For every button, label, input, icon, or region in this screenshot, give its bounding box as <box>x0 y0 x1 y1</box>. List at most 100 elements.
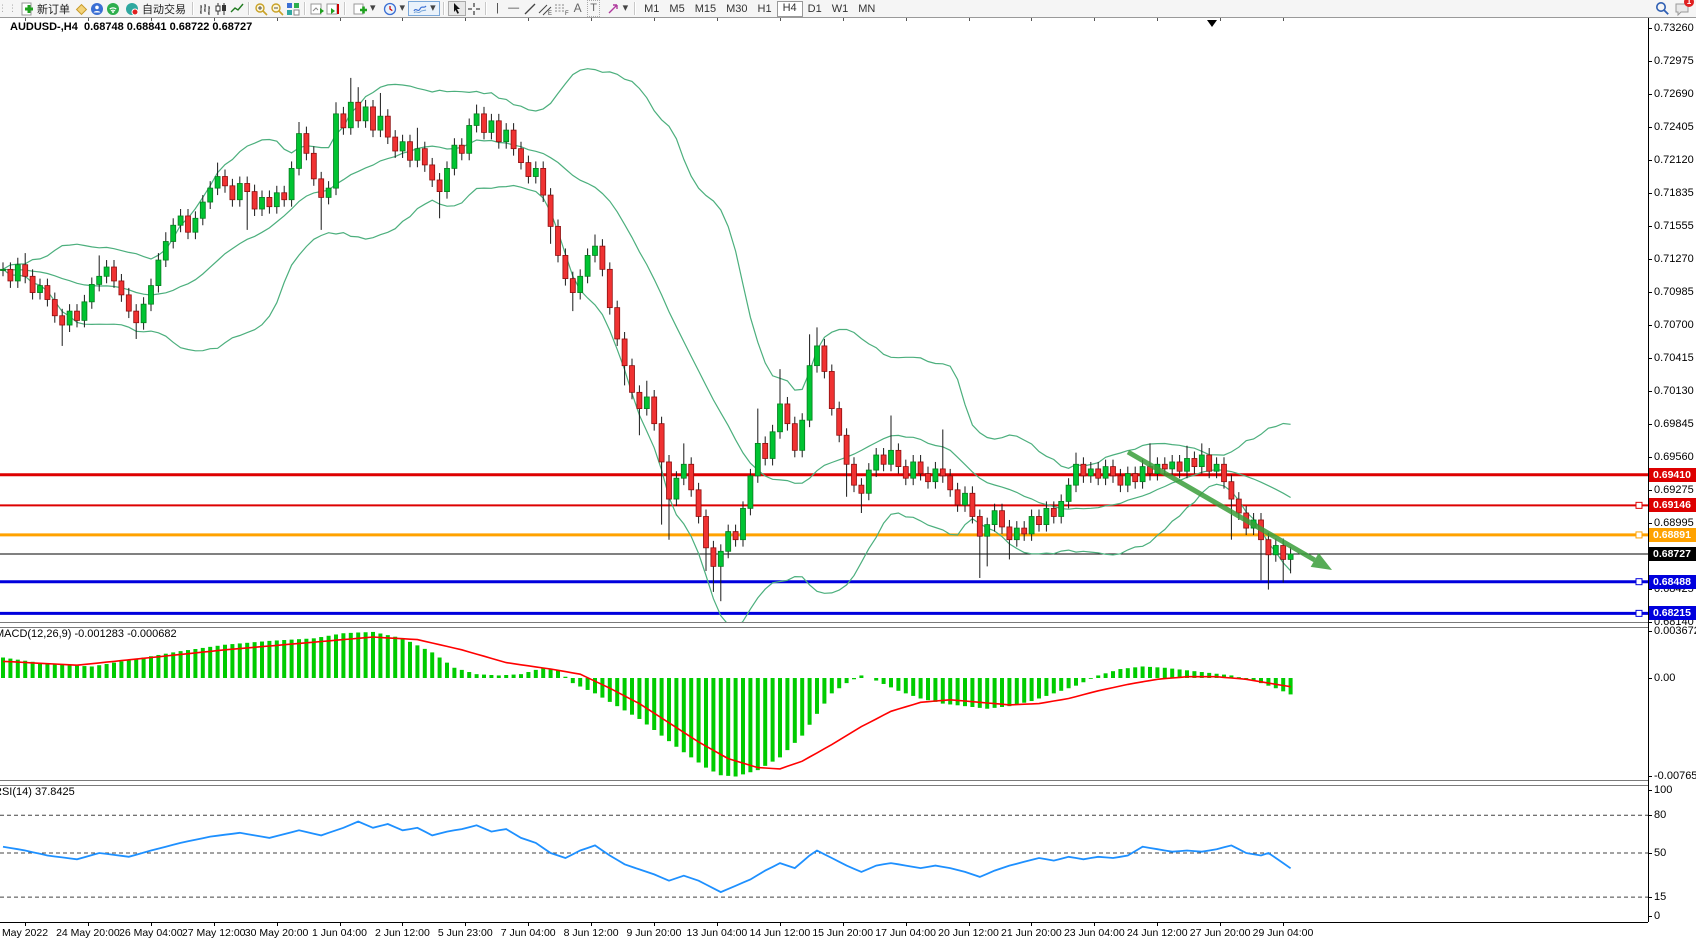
hline-handle[interactable] <box>1636 610 1642 616</box>
candle-down <box>1081 464 1086 476</box>
time-label: 27 May 12:00 <box>182 927 246 939</box>
scroll-end-marker-icon[interactable] <box>1207 20 1217 27</box>
price-level-tag[interactable]: 0.68488 <box>1649 575 1696 589</box>
timeframe-button-H1[interactable]: H1 <box>753 2 777 16</box>
price-level-tag[interactable]: 0.68891 <box>1649 528 1696 542</box>
zoom-out-icon[interactable] <box>269 1 285 16</box>
candle-up <box>378 116 383 130</box>
templates-icon <box>412 1 428 16</box>
timeframe-button-M1[interactable]: M1 <box>639 2 664 16</box>
candle-down <box>45 286 50 300</box>
price-tick-label: 0.70415 <box>1654 352 1694 364</box>
macd-pane[interactable] <box>0 625 1648 780</box>
price-tick-label: 0.72405 <box>1654 121 1694 133</box>
top-tick <box>1220 18 1221 21</box>
candle-up <box>326 188 331 197</box>
trendline-tool-icon[interactable] <box>522 1 538 16</box>
periods-clock-icon <box>382 1 398 16</box>
trend-arrow-head[interactable] <box>1311 553 1332 570</box>
timeframe-button-W1[interactable]: W1 <box>827 2 854 16</box>
candle-up <box>193 218 198 232</box>
timeframe-button-M5[interactable]: M5 <box>664 2 689 16</box>
candle-down <box>8 269 13 281</box>
text-tool-icon[interactable]: A <box>570 1 586 16</box>
price-level-tag[interactable]: 0.68727 <box>1649 547 1696 561</box>
dropdown-arrow-icon: ▾ <box>400 1 406 16</box>
candlestick-chart-icon[interactable] <box>213 1 229 16</box>
diamond-icon[interactable] <box>73 1 89 16</box>
hline-handle[interactable] <box>1636 579 1642 585</box>
price-chart-pane[interactable] <box>0 18 1648 622</box>
candle-down <box>1096 469 1101 478</box>
timeframe-button-H4[interactable]: H4 <box>777 1 803 17</box>
channel-tool-icon[interactable]: E <box>538 1 554 16</box>
price-tick <box>1648 226 1652 227</box>
chart-shift-icon[interactable] <box>325 1 341 16</box>
chat-icon[interactable]: 1 <box>1674 1 1690 16</box>
auto-trade-button[interactable]: 自动交易 <box>121 1 189 16</box>
candle-up <box>15 265 20 281</box>
search-icon[interactable] <box>1654 1 1670 16</box>
crosshair-icon[interactable] <box>466 1 482 16</box>
line-chart-icon[interactable] <box>229 1 245 16</box>
timeframe-button-M15[interactable]: M15 <box>690 2 721 16</box>
candle-up <box>400 142 405 151</box>
top-tick <box>1031 18 1032 21</box>
price-level-tag[interactable]: 0.69410 <box>1649 468 1696 482</box>
hline-handle[interactable] <box>1636 502 1642 508</box>
candle-down <box>541 168 546 195</box>
timeframe-button-D1[interactable]: D1 <box>803 2 827 16</box>
candle-down <box>1222 464 1227 481</box>
candle-up <box>748 476 753 508</box>
price-level-tag[interactable]: 0.69146 <box>1649 498 1696 512</box>
tile-windows-icon[interactable] <box>285 1 301 16</box>
candle-up <box>1214 464 1219 471</box>
bar-chart-icon[interactable] <box>197 1 213 16</box>
candle-down <box>792 424 797 451</box>
candle-down <box>948 476 953 490</box>
price-level-tag[interactable]: 0.68215 <box>1649 606 1696 620</box>
candle-down <box>526 163 531 177</box>
vertical-line-tool-icon[interactable]: | <box>490 1 506 16</box>
new-order-button[interactable]: 新订单 <box>16 1 73 16</box>
add-indicator-button[interactable]: ▾ <box>349 1 379 16</box>
top-tick <box>528 18 529 21</box>
price-tick <box>1648 325 1652 326</box>
hline-handle[interactable] <box>1636 532 1642 538</box>
horizontal-line-tool-icon[interactable]: — <box>506 1 522 16</box>
candle-down <box>785 404 790 424</box>
candle-up <box>755 443 760 475</box>
time-axis[interactable]: May 202224 May 20:0026 May 04:0027 May 1… <box>0 925 1696 942</box>
signals-icon[interactable] <box>105 1 121 16</box>
fibonacci-tool-icon[interactable]: F <box>554 1 570 16</box>
rsi-pane[interactable] <box>0 783 1648 922</box>
top-tick <box>780 18 781 21</box>
arrows-tool-button[interactable]: ▾ <box>602 1 632 16</box>
candle-down <box>563 255 568 278</box>
community-icon[interactable] <box>89 1 105 16</box>
pane-separator[interactable] <box>0 622 1648 628</box>
label-tool-icon[interactable]: T <box>586 1 602 16</box>
price-axis[interactable]: 0.732600.729750.726900.724050.721200.718… <box>1648 18 1696 922</box>
top-tick <box>654 18 655 21</box>
price-tick <box>1648 457 1652 458</box>
candle-down <box>852 464 857 485</box>
top-tick <box>277 18 278 21</box>
candle-down <box>1051 508 1056 516</box>
top-tick <box>591 18 592 21</box>
candle-up <box>67 311 72 325</box>
pane-separator[interactable] <box>0 780 1648 786</box>
time-label: 5 Jun 23:00 <box>438 927 493 939</box>
time-label: 29 Jun 04:00 <box>1253 927 1314 939</box>
candle-down <box>112 267 117 281</box>
templates-button[interactable]: ▾ <box>408 1 440 16</box>
zoom-in-icon[interactable] <box>253 1 269 16</box>
rsi-tick-label: 100 <box>1654 784 1672 796</box>
auto-scroll-icon[interactable] <box>309 1 325 16</box>
timeframe-button-MN[interactable]: MN <box>853 2 880 16</box>
price-tick-label: 0.70985 <box>1654 286 1694 298</box>
timeframe-button-M30[interactable]: M30 <box>721 2 752 16</box>
rsi-indicator-label: RSI(14) 37.8425 <box>0 786 75 798</box>
periods-button[interactable]: ▾ <box>379 1 409 16</box>
cursor-icon[interactable] <box>448 1 466 16</box>
